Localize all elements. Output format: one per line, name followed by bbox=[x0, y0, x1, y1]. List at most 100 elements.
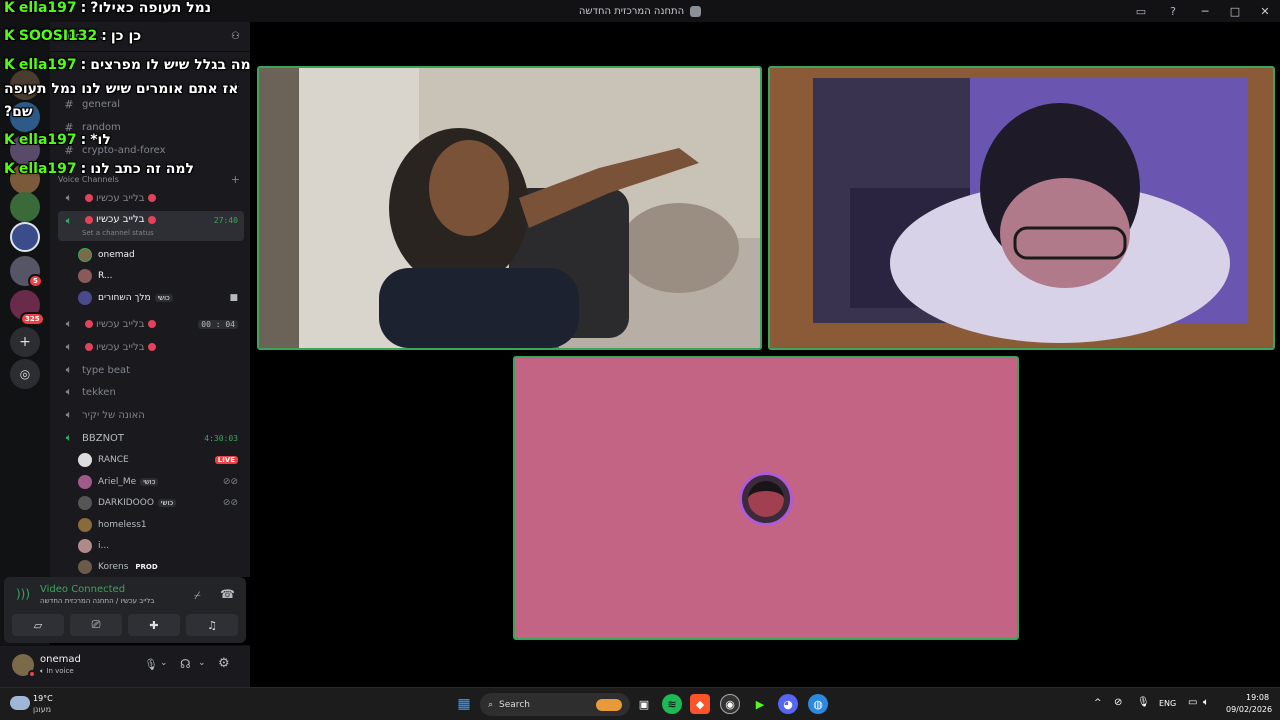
voice-status[interactable]: Video Connected bbox=[40, 584, 125, 595]
spotify-icon[interactable]: ≋ bbox=[662, 694, 682, 714]
channel-status[interactable]: Set a channel status bbox=[82, 229, 154, 237]
weather-icon[interactable] bbox=[10, 696, 30, 710]
network-icon[interactable]: ▭ bbox=[1188, 697, 1197, 708]
voice-channel-type-beat[interactable]: 🔈︎ type beat bbox=[58, 360, 244, 380]
voice-user[interactable]: מלך השחורים כושי ■ bbox=[78, 288, 244, 307]
avatar bbox=[78, 247, 92, 262]
channel-label: tekken bbox=[82, 386, 116, 398]
camera-icon: ■ bbox=[229, 292, 238, 303]
signal-icon: ))) bbox=[16, 587, 31, 601]
user-limit: 00 : 04 bbox=[198, 319, 238, 329]
speaker-icon: 🔈︎ bbox=[65, 385, 73, 398]
voice-user[interactable]: R... bbox=[78, 266, 244, 285]
voice-user[interactable]: Korens PROD bbox=[78, 557, 244, 576]
screen-share-button[interactable]: ⎚ bbox=[70, 614, 122, 636]
chat-text: כן כן bbox=[110, 28, 142, 44]
red-dot-icon bbox=[147, 320, 156, 328]
noise-suppression-icon[interactable]: ⌿ bbox=[194, 589, 201, 603]
chevron-down-icon[interactable]: ⌄ bbox=[198, 658, 206, 668]
server-icon-5[interactable] bbox=[10, 192, 40, 222]
kick-app-icon[interactable]: ▶ bbox=[750, 694, 770, 714]
voice-channel-3[interactable]: 🔈︎ בלייב עכשיו 00 : 04 bbox=[58, 314, 244, 334]
chat-message: K SOOSI132 : כן כן bbox=[4, 28, 240, 44]
chevron-down-icon[interactable]: ⌄ bbox=[160, 658, 168, 668]
camera-toggle-button[interactable]: ▱ bbox=[12, 614, 64, 636]
headphones-icon[interactable]: ☊ bbox=[180, 657, 191, 671]
microphone-icon[interactable]: 🎙︎ bbox=[144, 658, 158, 671]
username: RANCE bbox=[98, 454, 129, 465]
voice-user[interactable]: onemad bbox=[78, 245, 244, 264]
voice-user[interactable]: DARKIDOOO כושי ⊘⊘ bbox=[78, 493, 244, 512]
username: Korens bbox=[98, 561, 129, 572]
discover-icon[interactable]: ◎ bbox=[10, 359, 40, 389]
voice-channel-bbznot[interactable]: 🔈︎ BBZNOT 4:30:03 bbox=[58, 428, 244, 448]
obs-icon[interactable]: ◉ bbox=[720, 694, 740, 714]
voice-channel-1[interactable]: 🔈︎ בלייב עכשיו bbox=[58, 188, 244, 208]
channel-label: type beat bbox=[82, 364, 131, 376]
voice-channel-yakir[interactable]: 🔈︎ האונה של יקיר bbox=[58, 405, 244, 425]
username: DARKIDOOO bbox=[98, 497, 154, 508]
volume-icon[interactable]: 🔈︎ bbox=[1203, 697, 1209, 708]
chat-text: לו* bbox=[90, 132, 111, 148]
avatar bbox=[78, 268, 92, 283]
voice-channel-tekken[interactable]: 🔈︎ tekken bbox=[58, 382, 244, 402]
app-icon[interactable]: ◍ bbox=[808, 694, 828, 714]
task-view-icon[interactable]: ▣ bbox=[634, 694, 654, 714]
start-button[interactable]: ▦ bbox=[454, 694, 474, 714]
search-icon: ⌕ bbox=[488, 699, 494, 710]
chat-text: למה זה כתב לנו bbox=[90, 161, 194, 177]
user-tag: כושי bbox=[140, 477, 159, 486]
voice-user[interactable]: homeless1 bbox=[78, 515, 244, 534]
chat-message: K ella197 : למה זה כתב לנו bbox=[4, 161, 240, 177]
add-server-icon[interactable]: + bbox=[10, 327, 40, 357]
help-icon[interactable]: ? bbox=[1156, 0, 1190, 22]
video-tile-2[interactable] bbox=[768, 66, 1275, 350]
voice-user[interactable]: Ariel_Me כושי ⊘⊘ bbox=[78, 472, 244, 491]
search-highlight-icon bbox=[596, 698, 622, 711]
user-tag: PROD bbox=[135, 562, 158, 571]
discord-window: התחנה המרכזית החדשה ▭ ? ─ □ ✕ 5 325 + ◎ … bbox=[0, 0, 1280, 720]
clock-date[interactable]: 09/02/2026 bbox=[1226, 705, 1272, 714]
channel-label: בלייב עכשיו bbox=[96, 341, 145, 353]
voice-channel-path[interactable]: בלייב עכשיו / התחנה המרכזית החדשה bbox=[40, 597, 154, 605]
panel-username[interactable]: onemad bbox=[40, 654, 81, 665]
tray-icon[interactable]: ⊘ bbox=[1114, 697, 1122, 708]
search-label: Search bbox=[499, 699, 530, 710]
chat-text: אז אתם אומרים שיש לנו נמל תעופה bbox=[4, 81, 239, 97]
minimize-button[interactable]: ─ bbox=[1190, 0, 1220, 22]
tray-overflow-icon[interactable]: ^ bbox=[1094, 698, 1102, 708]
maximize-button[interactable]: □ bbox=[1220, 0, 1250, 22]
inbox-icon[interactable]: ▭ bbox=[1126, 0, 1156, 22]
settings-gear-icon[interactable]: ⚙ bbox=[218, 656, 230, 671]
clock-time[interactable]: 19:08 bbox=[1246, 693, 1269, 702]
video-tile-1[interactable] bbox=[257, 66, 762, 350]
voice-channel-2-active[interactable]: 🔈︎ בלייב עכשיו 27:40 Set a channel statu… bbox=[58, 211, 244, 241]
chat-sep: : bbox=[101, 28, 107, 44]
mic-tray-icon[interactable]: 🎙︎ bbox=[1137, 697, 1150, 708]
chat-sep: : bbox=[80, 132, 87, 148]
soundboard-button[interactable]: ♫ bbox=[186, 614, 238, 636]
channel-label: BBZNOT bbox=[82, 432, 125, 444]
discord-icon[interactable]: ◕ bbox=[778, 694, 798, 714]
avatar bbox=[78, 452, 92, 467]
voice-connection-panel: ))) Video Connected בלייב עכשיו / התחנה … bbox=[4, 577, 246, 643]
chat-username: ella197 bbox=[18, 161, 77, 177]
weather-temp[interactable]: 19°C bbox=[33, 694, 53, 703]
chat-message-continued: אז אתם אומרים שיש לנו נמל תעופה bbox=[4, 81, 240, 97]
chat-username: ella197 bbox=[18, 57, 77, 73]
participant-avatar bbox=[739, 472, 793, 526]
close-button[interactable]: ✕ bbox=[1250, 0, 1280, 22]
video-feed-1 bbox=[259, 68, 760, 348]
disconnect-icon[interactable]: ☎ bbox=[220, 587, 235, 601]
brave-icon[interactable]: ◆ bbox=[690, 694, 710, 714]
username: מלך השחורים bbox=[98, 292, 151, 303]
voice-user[interactable]: i... bbox=[78, 536, 244, 555]
language-indicator[interactable]: ENG bbox=[1159, 699, 1176, 708]
voice-user[interactable]: RANCE LIVE bbox=[78, 450, 244, 469]
activities-button[interactable]: ✚ bbox=[128, 614, 180, 636]
video-tile-3-avatar[interactable] bbox=[513, 356, 1019, 640]
server-icon-6[interactable] bbox=[10, 222, 40, 252]
taskbar-search[interactable]: ⌕ Search bbox=[480, 693, 630, 716]
kick-icon: K bbox=[4, 132, 15, 148]
voice-channel-4[interactable]: 🔈︎ בלייב עכשיו bbox=[58, 337, 244, 357]
